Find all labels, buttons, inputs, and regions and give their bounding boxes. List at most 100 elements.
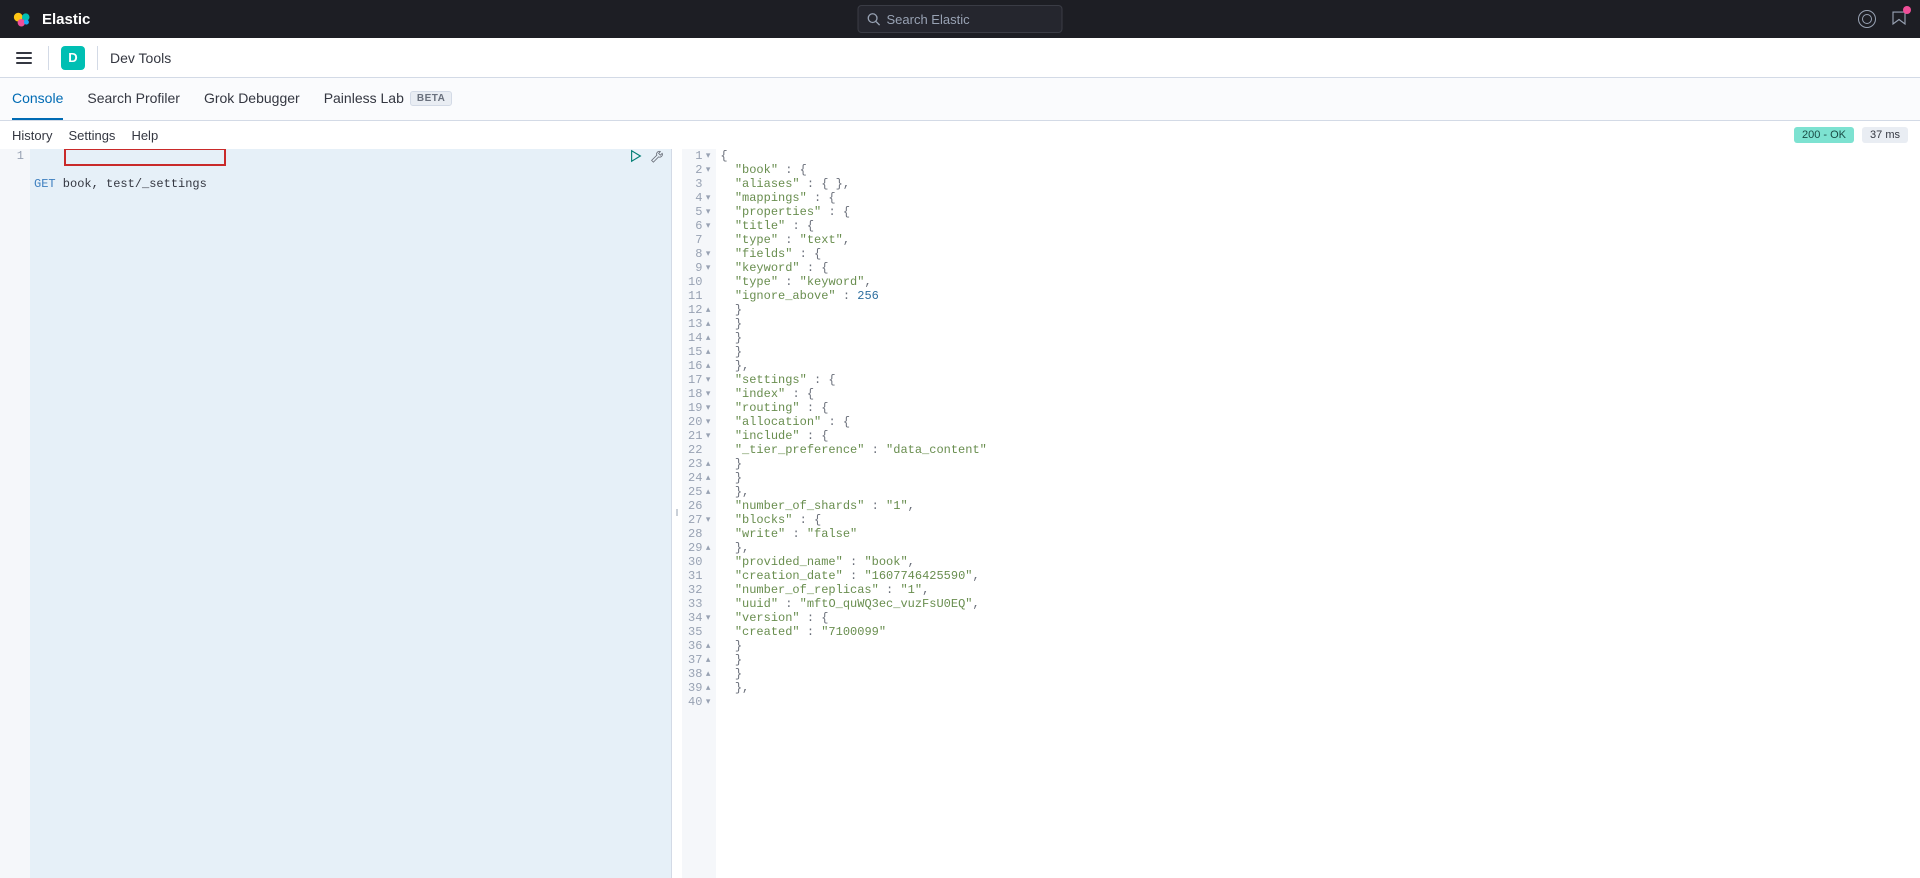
code-line: "settings" : { [720, 373, 1916, 387]
gutter-line: 29▴ [688, 541, 710, 555]
gutter-line: 28 [688, 527, 710, 541]
request-options-button[interactable] [649, 149, 663, 163]
gutter-line: 32 [688, 583, 710, 597]
gutter-line: 25▴ [688, 485, 710, 499]
logo-cluster[interactable]: Elastic [12, 9, 90, 29]
code-line: } [720, 639, 1916, 653]
response-pane[interactable]: 1▾2▾34▾5▾6▾78▾9▾101112▴13▴14▴15▴16▴17▾18… [682, 149, 1920, 878]
gutter-line: 5▾ [688, 205, 710, 219]
gutter-line: 26 [688, 499, 710, 513]
code-line: }, [720, 541, 1916, 555]
tab-painless-lab[interactable]: Painless Lab BETA [324, 78, 453, 120]
code-line [720, 695, 1916, 709]
divider [48, 46, 49, 70]
tab-search-profiler[interactable]: Search Profiler [87, 78, 180, 120]
code-line: } [720, 331, 1916, 345]
gutter-line: 39▴ [688, 681, 710, 695]
code-line: "type" : "text", [720, 233, 1916, 247]
code-line: "provided_name" : "book", [720, 555, 1916, 569]
gutter-line: 38▴ [688, 667, 710, 681]
code-line: "created" : "7100099" [720, 625, 1916, 639]
gutter-line: 33 [688, 597, 710, 611]
header-right [1858, 9, 1908, 30]
notification-dot-icon [1903, 6, 1911, 14]
gutter-line: 4▾ [688, 191, 710, 205]
code-line: } [720, 653, 1916, 667]
space-selector[interactable]: D [61, 46, 85, 70]
code-line: "blocks" : { [720, 513, 1916, 527]
code-line: "allocation" : { [720, 415, 1916, 429]
settings-link[interactable]: Settings [68, 128, 115, 143]
code-line: "creation_date" : "1607746425590", [720, 569, 1916, 583]
gutter-line: 10 [688, 275, 710, 289]
pane-splitter[interactable]: ‖ [672, 149, 682, 878]
gutter-line: 1▾ [688, 149, 710, 163]
search-icon [867, 12, 881, 26]
code-line: "type" : "keyword", [720, 275, 1916, 289]
tab-bar: Console Search Profiler Grok Debugger Pa… [0, 78, 1920, 121]
history-link[interactable]: History [12, 128, 52, 143]
code-line: "properties" : { [720, 205, 1916, 219]
gutter-line: 6▾ [688, 219, 710, 233]
gutter-line: 34▾ [688, 611, 710, 625]
gutter-line: 12▴ [688, 303, 710, 317]
beta-badge: BETA [410, 91, 452, 106]
gutter-line: 27▾ [688, 513, 710, 527]
gutter-line: 23▴ [688, 457, 710, 471]
code-line: "book" : { [720, 163, 1916, 177]
code-line: "number_of_shards" : "1", [720, 499, 1916, 513]
code-line: "version" : { [720, 611, 1916, 625]
divider [97, 46, 98, 70]
breadcrumb[interactable]: Dev Tools [110, 50, 171, 66]
code-line: "keyword" : { [720, 261, 1916, 275]
code-line: } [720, 345, 1916, 359]
tab-console[interactable]: Console [12, 78, 63, 120]
gutter-line: 22 [688, 443, 710, 457]
request-editor[interactable]: GET book, test/_settings [30, 149, 671, 878]
gutter-line: 8▾ [688, 247, 710, 261]
nav-toggle-button[interactable] [12, 48, 36, 68]
gutter-line: 13▴ [688, 317, 710, 331]
help-icon[interactable] [1858, 10, 1876, 28]
code-line: } [720, 317, 1916, 331]
sub-header: D Dev Tools [0, 38, 1920, 78]
gutter-line: 35 [688, 625, 710, 639]
gutter-line: 16▴ [688, 359, 710, 373]
gutter-line: 14▴ [688, 331, 710, 345]
gutter-line: 11 [688, 289, 710, 303]
gutter-line: 3 [688, 177, 710, 191]
gutter-line: 37▴ [688, 653, 710, 667]
request-path: book, test/_settings [56, 177, 207, 191]
gutter-line: 20▾ [688, 415, 710, 429]
newsfeed-icon[interactable] [1890, 9, 1908, 30]
response-viewer[interactable]: { "book" : { "aliases" : { }, "mappings"… [716, 149, 1920, 878]
code-line: "_tier_preference" : "data_content" [720, 443, 1916, 457]
code-line: { [720, 149, 1916, 163]
request-method: GET [34, 177, 56, 191]
global-search[interactable]: Search Elastic [858, 5, 1063, 33]
response-gutter: 1▾2▾34▾5▾6▾78▾9▾101112▴13▴14▴15▴16▴17▾18… [682, 149, 716, 878]
status-badge: 200 - OK [1794, 127, 1854, 143]
top-header: Elastic Search Elastic [0, 0, 1920, 38]
code-line: "mappings" : { [720, 191, 1916, 205]
request-pane[interactable]: 1 GET book, test/_settings [0, 149, 672, 878]
send-request-button[interactable] [629, 149, 643, 163]
code-line: "number_of_replicas" : "1", [720, 583, 1916, 597]
tab-grok-debugger[interactable]: Grok Debugger [204, 78, 300, 120]
gutter-line: 21▾ [688, 429, 710, 443]
code-line: }, [720, 681, 1916, 695]
gutter-line: 30 [688, 555, 710, 569]
code-line: }, [720, 359, 1916, 373]
code-line: "ignore_above" : 256 [720, 289, 1916, 303]
gutter-line: 40▾ [688, 695, 710, 709]
gutter-line: 15▴ [688, 345, 710, 359]
help-link[interactable]: Help [131, 128, 158, 143]
code-line: } [720, 457, 1916, 471]
code-line: "uuid" : "mftO_quWQ3ec_vuzFsU0EQ", [720, 597, 1916, 611]
gutter-line: 24▴ [688, 471, 710, 485]
gutter-line: 9▾ [688, 261, 710, 275]
gutter-line: 18▾ [688, 387, 710, 401]
gutter-line: 17▾ [688, 373, 710, 387]
code-line: "aliases" : { }, [720, 177, 1916, 191]
highlight-annotation [64, 149, 226, 166]
